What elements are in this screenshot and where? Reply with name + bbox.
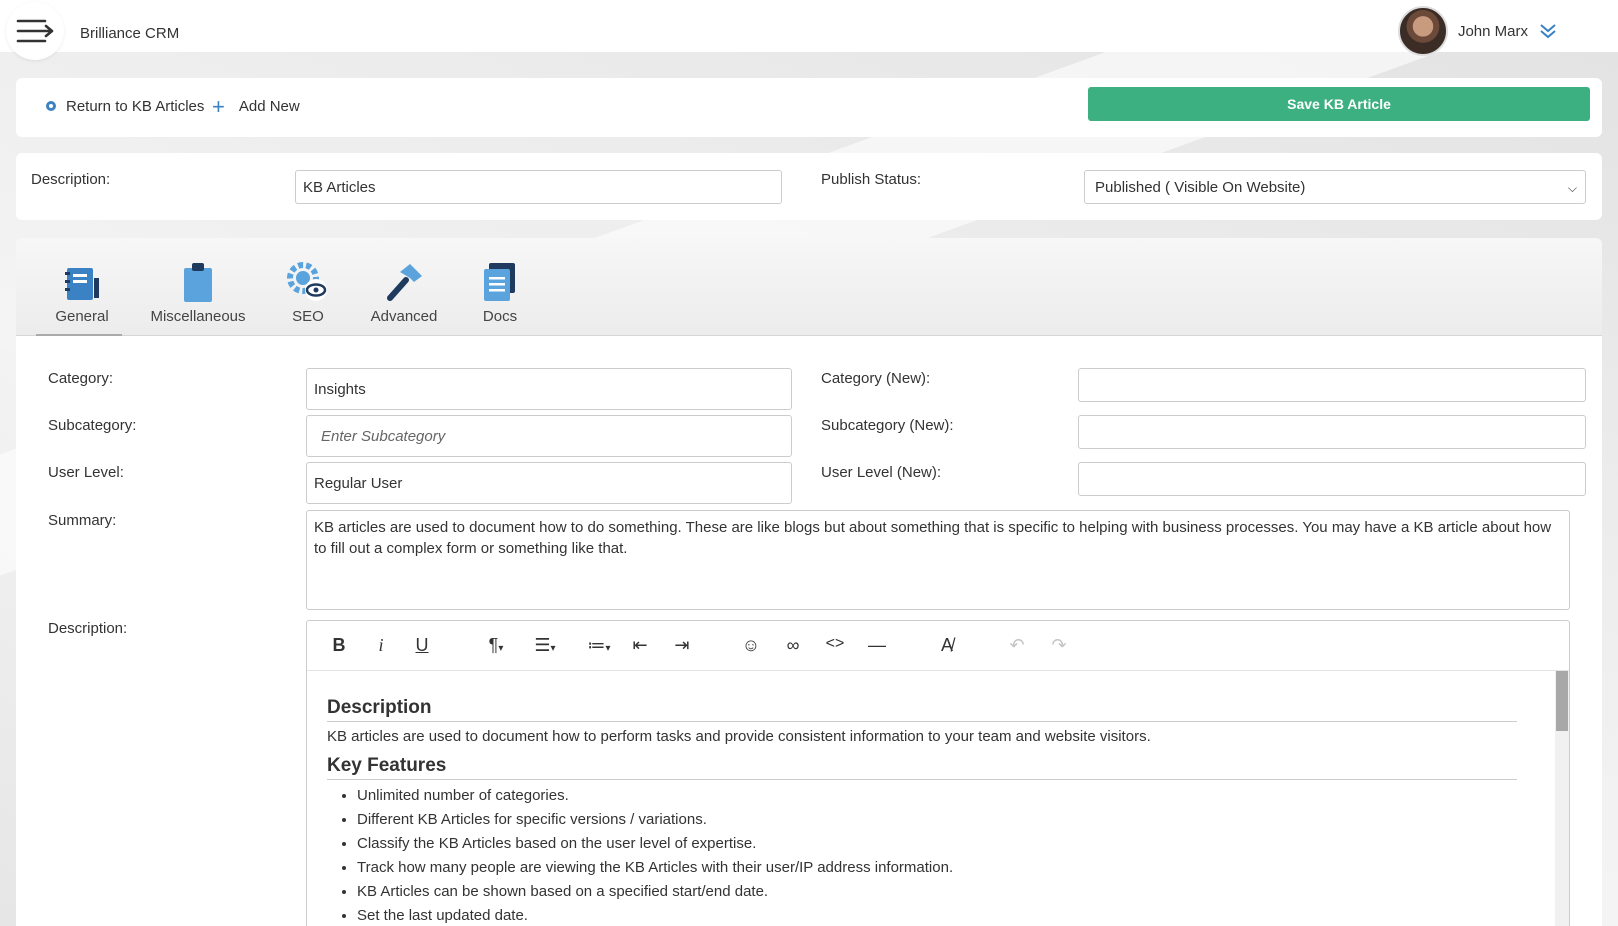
description-editor-label: Description: <box>48 620 128 637</box>
editor-toolbar: B i U ¶▾ ☰▾ ≔▾ ⇤ ⇥ ☺ ∞ <> — A̸ ↶ ↷ <box>307 621 1569 671</box>
publish-status-value: Published ( Visible On Website) <box>1095 178 1306 196</box>
gear-eye-icon <box>287 262 327 301</box>
description-editor[interactable]: B i U ¶▾ ☰▾ ≔▾ ⇤ ⇥ ☺ ∞ <> — A̸ ↶ ↷ Descr… <box>306 620 1570 926</box>
user-level-new-input[interactable] <box>1078 462 1586 496</box>
editor-heading-key-features: Key Features <box>327 755 1517 780</box>
subcategory-label: Subcategory: <box>48 417 137 434</box>
menu-toggle-button[interactable] <box>6 2 64 60</box>
tab-miscellaneous-label[interactable]: Miscellaneous <box>134 308 262 325</box>
summary-label: Summary: <box>48 512 117 529</box>
user-menu[interactable]: John Marx <box>1397 6 1558 56</box>
documents-icon <box>484 263 515 301</box>
editor-scrollbar-thumb[interactable] <box>1556 671 1568 731</box>
tab-general[interactable]: General <box>40 262 124 325</box>
indent-icon[interactable]: ⇥ <box>668 635 696 656</box>
category-label: Category: <box>48 370 114 387</box>
chevron-down-icon: ⌵ <box>1567 181 1577 195</box>
user-level-input[interactable]: Regular User <box>306 462 792 504</box>
return-link-label[interactable]: Return to KB Articles <box>66 98 204 115</box>
tab-general-label[interactable]: General <box>40 308 124 325</box>
redo-icon[interactable]: ↷ <box>1045 635 1073 656</box>
code-icon[interactable]: <> <box>821 635 849 653</box>
category-new-label: Category (New): <box>821 370 931 387</box>
avatar[interactable] <box>1397 6 1448 56</box>
list-item: Track how many people are viewing the KB… <box>357 856 1549 880</box>
horizontal-rule-icon[interactable]: — <box>863 635 891 656</box>
user-name[interactable]: John Marx <box>1458 23 1528 40</box>
bullet-list-icon[interactable]: ≔▾ <box>578 635 620 656</box>
list-item: Classify the KB Articles based on the us… <box>357 832 1549 856</box>
ordered-list-icon[interactable]: ☰▾ <box>524 635 566 656</box>
category-new-input[interactable] <box>1078 368 1586 402</box>
user-level-new-label: User Level (New): <box>821 464 942 481</box>
clipboard-icon <box>184 263 212 302</box>
feature-list: Unlimited number of categories. Differen… <box>357 784 1549 926</box>
list-item: Different KB Articles for specific versi… <box>357 808 1549 832</box>
editor-heading-description: Description <box>327 697 1517 722</box>
header-form-card: Description: KB Articles Publish Status:… <box>16 153 1602 220</box>
subcategory-input[interactable]: Enter Subcategory <box>306 415 792 457</box>
subcategory-new-label: Subcategory (New): <box>821 417 954 434</box>
hammer-icon <box>387 264 422 301</box>
plus-icon: + <box>212 93 225 119</box>
return-link[interactable]: Return to KB Articles <box>44 98 204 115</box>
tab-seo[interactable]: SEO <box>266 262 350 325</box>
outdent-icon[interactable]: ⇤ <box>626 635 654 656</box>
tab-miscellaneous[interactable]: Miscellaneous <box>134 262 262 325</box>
user-level-label: User Level: <box>48 464 124 481</box>
add-new-label[interactable]: Add New <box>239 98 300 115</box>
tab-advanced-label[interactable]: Advanced <box>354 308 454 325</box>
tab-docs-label[interactable]: Docs <box>464 308 536 325</box>
bold-icon[interactable]: B <box>325 635 353 656</box>
clear-format-icon[interactable]: A̸ <box>933 635 961 656</box>
list-item: KB Articles can be shown based on a spec… <box>357 880 1549 904</box>
emoji-icon[interactable]: ☺ <box>737 635 765 656</box>
tab-advanced[interactable]: Advanced <box>354 262 454 325</box>
italic-icon[interactable]: i <box>367 635 395 656</box>
publish-status-select[interactable]: Published ( Visible On Website) ⌵ <box>1084 170 1586 204</box>
list-item: Set the last updated date. <box>357 904 1549 926</box>
paragraph-icon[interactable]: ¶▾ <box>479 635 513 656</box>
top-bar: Brilliance CRM John Marx <box>0 0 1618 60</box>
app-title: Brilliance CRM <box>80 25 180 42</box>
link-icon[interactable]: ∞ <box>779 635 807 656</box>
save-button[interactable]: Save KB Article <box>1088 87 1590 121</box>
tab-docs[interactable]: Docs <box>464 262 536 325</box>
publish-status-label: Publish Status: <box>821 171 922 188</box>
menu-icon <box>16 19 54 43</box>
tab-bar: General Miscellaneous SEO Advanced Docs <box>16 238 1602 336</box>
tab-seo-label[interactable]: SEO <box>266 308 350 325</box>
summary-textarea[interactable]: KB articles are used to document how to … <box>306 510 1570 610</box>
general-panel: Category: Insights Category (New): Subca… <box>16 336 1602 926</box>
add-new-link[interactable]: + Add New <box>212 93 300 119</box>
description-input[interactable]: KB Articles <box>295 170 782 204</box>
editor-content[interactable]: Description KB articles are used to docu… <box>307 671 1569 926</box>
actions-card: Return to KB Articles + Add New Save KB … <box>16 78 1602 137</box>
editor-paragraph: KB articles are used to document how to … <box>327 728 1151 745</box>
underline-icon[interactable]: U <box>408 635 436 656</box>
notebook-icon <box>65 268 99 300</box>
list-item: Unlimited number of categories. <box>357 784 1549 808</box>
chevron-down-icon[interactable] <box>1538 22 1558 40</box>
description-label: Description: <box>31 171 111 188</box>
location-pin-icon <box>46 100 56 111</box>
undo-icon[interactable]: ↶ <box>1003 635 1031 656</box>
subcategory-new-input[interactable] <box>1078 415 1586 449</box>
category-input[interactable]: Insights <box>306 368 792 410</box>
